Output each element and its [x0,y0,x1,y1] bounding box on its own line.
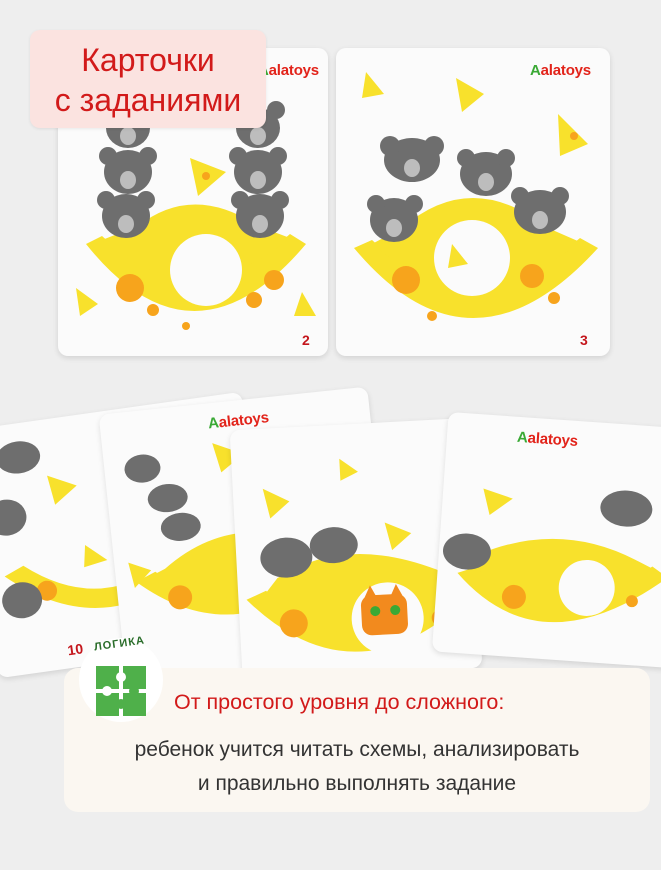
headline: От простого уровня до сложного: [174,690,505,714]
card-number: 3 [580,332,588,348]
title-line-2: с заданиями [54,82,242,118]
puzzle-icon [96,666,146,716]
card-number: 2 [302,332,310,348]
description-line-1: ребенок учится читать схемы, анализирова… [134,738,580,761]
card-right-illustration [442,488,661,623]
title-line-1: Карточки [81,42,215,78]
task-card-right: Aalatoys [431,411,661,669]
logic-badge: ЛОГИКА [76,628,166,728]
task-card-3: Aalatoys 3 [336,48,610,356]
description-line-2: и правильно выполнять задание [197,772,517,795]
title-badge: Карточки с заданиями [30,30,266,128]
card-3-illustration [354,72,598,321]
brand-logo: Aalatoys [258,62,319,79]
product-image: Aalatoys 2 [0,0,661,870]
brand-logo: Aalatoys [530,62,591,79]
